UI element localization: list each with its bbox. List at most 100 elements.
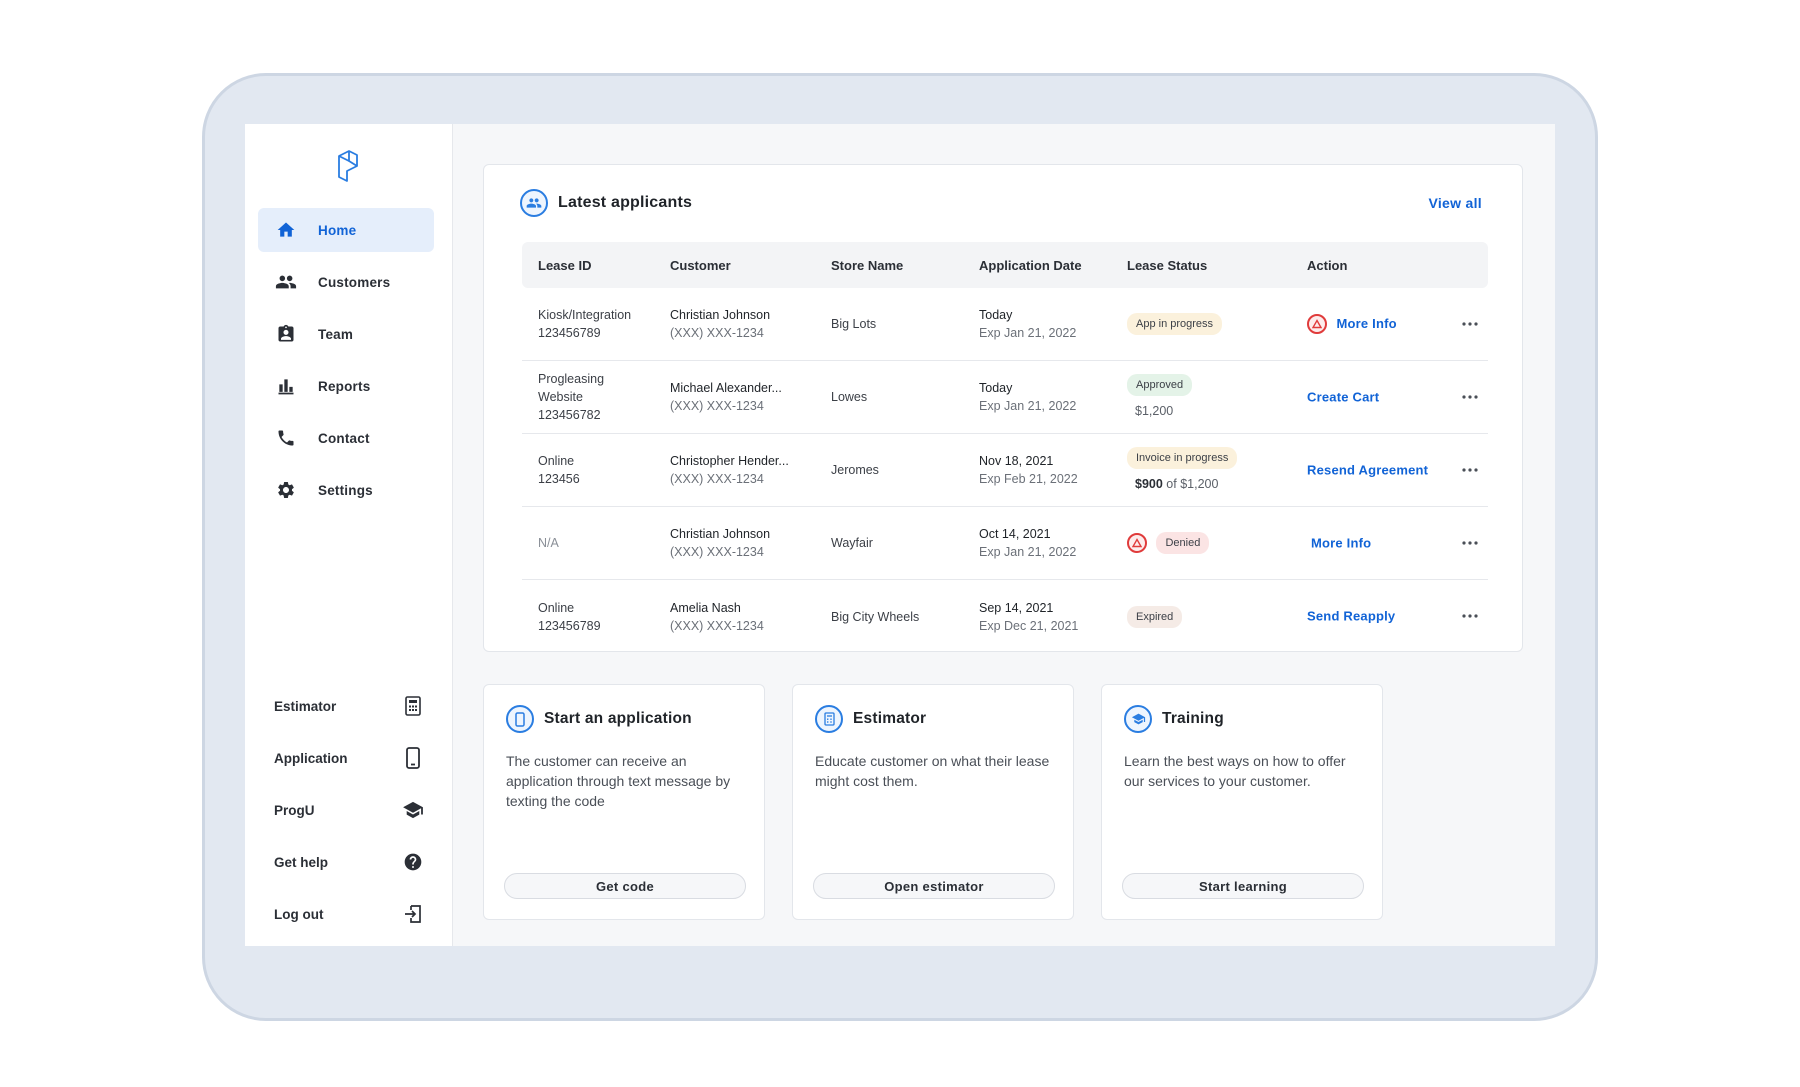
lease-id-line: N/A bbox=[538, 536, 559, 550]
store-cell: Lowes bbox=[831, 390, 868, 404]
training-card: Training Learn the best ways on how to o… bbox=[1101, 684, 1383, 920]
table-header: Lease ID Customer Store Name Application… bbox=[522, 242, 1488, 288]
application-date: Today bbox=[979, 381, 1013, 395]
more-options-icon[interactable] bbox=[1460, 533, 1480, 553]
main-nav: Home Customers Team Reports Contact Sett… bbox=[258, 208, 434, 520]
start-learning-button[interactable]: Start learning bbox=[1122, 873, 1364, 899]
more-options-icon[interactable] bbox=[1460, 606, 1480, 626]
customer-cell: Christopher Hender... (XXX) XXX-1234 bbox=[654, 452, 815, 488]
send-reapply-link[interactable]: Send Reapply bbox=[1307, 609, 1395, 624]
sidebar-item-team[interactable]: Team bbox=[258, 312, 434, 356]
badge-icon bbox=[274, 322, 298, 346]
create-cart-link[interactable]: Create Cart bbox=[1307, 389, 1379, 404]
customer-cell: Christian Johnson (XXX) XXX-1234 bbox=[654, 525, 815, 561]
expiry-date: Exp Dec 21, 2021 bbox=[979, 618, 1079, 633]
calculator-icon bbox=[815, 705, 843, 733]
sidebar: Home Customers Team Reports Contact Sett… bbox=[245, 124, 453, 946]
card-header: Latest applicants bbox=[520, 189, 692, 217]
sidebar-item-label: Log out bbox=[274, 906, 324, 922]
sidebar-item-label: Home bbox=[318, 222, 357, 238]
sidebar-item-label: Customers bbox=[318, 274, 391, 290]
date-cell: Sep 14, 2021 Exp Dec 21, 2021 bbox=[963, 599, 1111, 635]
people-icon bbox=[274, 270, 298, 294]
card-description: Educate customer on what their lease mig… bbox=[815, 753, 1050, 789]
table-row[interactable]: Progleasing Website 123456782 Michael Al… bbox=[522, 361, 1488, 434]
get-code-button[interactable]: Get code bbox=[504, 873, 746, 899]
status-cell: Approved $1,200 bbox=[1111, 374, 1291, 420]
open-estimator-button[interactable]: Open estimator bbox=[813, 873, 1055, 899]
mobile-icon bbox=[506, 705, 534, 733]
sidebar-item-reports[interactable]: Reports bbox=[258, 364, 434, 408]
column-header: Action bbox=[1307, 257, 1348, 273]
lease-id-line: 123456789 bbox=[538, 326, 601, 340]
table-row[interactable]: Kiosk/Integration 123456789 Christian Jo… bbox=[522, 288, 1488, 361]
sidebar-item-label: Application bbox=[274, 750, 348, 766]
resend-agreement-link[interactable]: Resend Agreement bbox=[1307, 462, 1428, 477]
alert-icon bbox=[1127, 532, 1147, 553]
table-row[interactable]: Online 123456789 Amelia Nash (XXX) XXX-1… bbox=[522, 580, 1488, 653]
amount-total: of $1,200 bbox=[1166, 477, 1219, 491]
date-cell: Today Exp Jan 21, 2022 bbox=[963, 379, 1111, 415]
card-description: Learn the best ways on how to offer our … bbox=[1124, 753, 1346, 789]
sidebar-item-settings[interactable]: Settings bbox=[258, 468, 434, 512]
action-cell: Create Cart bbox=[1291, 388, 1451, 407]
more-options-icon[interactable] bbox=[1460, 387, 1480, 407]
sidebar-item-label: ProgU bbox=[274, 802, 315, 818]
latest-applicants-card: Latest applicants View all Lease ID Cust… bbox=[483, 164, 1523, 652]
application-date: Sep 14, 2021 bbox=[979, 600, 1054, 615]
customer-phone: (XXX) XXX-1234 bbox=[670, 326, 764, 340]
column-header: Store Name bbox=[831, 257, 904, 273]
sidebar-item-label: Get help bbox=[274, 854, 329, 870]
more-options-icon[interactable] bbox=[1460, 460, 1480, 480]
more-options-icon[interactable] bbox=[1460, 314, 1480, 334]
store-cell: Wayfair bbox=[831, 536, 873, 550]
customer-name: Christian Johnson bbox=[670, 308, 771, 322]
more-info-link[interactable]: More Info bbox=[1311, 535, 1371, 550]
more-info-link[interactable]: More Info bbox=[1336, 316, 1396, 331]
lease-id-cell: Online 123456 bbox=[522, 452, 654, 488]
customer-name: Christian Johnson bbox=[670, 527, 771, 541]
sidebar-item-home[interactable]: Home bbox=[258, 208, 434, 252]
customer-phone: (XXX) XXX-1234 bbox=[670, 399, 764, 413]
store-cell: Big Lots bbox=[831, 317, 877, 331]
lease-id-cell: Online 123456789 bbox=[522, 599, 654, 635]
application-date: Nov 18, 2021 bbox=[979, 454, 1054, 468]
customer-phone: (XXX) XXX-1234 bbox=[670, 545, 764, 559]
sidebar-item-log-out[interactable]: Log out bbox=[274, 888, 424, 940]
sidebar-item-application[interactable]: Application bbox=[274, 732, 424, 784]
sidebar-item-contact[interactable]: Contact bbox=[258, 416, 434, 460]
table-row[interactable]: Online 123456 Christopher Hender... (XXX… bbox=[522, 434, 1488, 507]
column-header: Lease Status bbox=[1127, 257, 1208, 273]
lease-id-line: 123456789 bbox=[538, 618, 601, 633]
prog-logo[interactable] bbox=[333, 146, 363, 186]
customer-name: Michael Alexander... bbox=[670, 381, 782, 395]
application-date: Today bbox=[979, 308, 1013, 322]
date-cell: Oct 14, 2021 Exp Jan 21, 2022 bbox=[963, 525, 1111, 561]
sidebar-item-progu[interactable]: ProgU bbox=[274, 784, 424, 836]
view-all-link[interactable]: View all bbox=[1428, 195, 1482, 211]
amount-paid: $900 bbox=[1135, 477, 1163, 491]
sidebar-item-label: Reports bbox=[318, 378, 371, 394]
date-cell: Nov 18, 2021 Exp Feb 21, 2022 bbox=[963, 452, 1111, 488]
card-description: The customer can receive an application … bbox=[506, 753, 731, 809]
secondary-nav: Estimator Application ProgU Get help Log… bbox=[274, 680, 424, 940]
customer-name: Amelia Nash bbox=[670, 600, 741, 615]
sidebar-item-customers[interactable]: Customers bbox=[258, 260, 434, 304]
logout-icon bbox=[402, 903, 424, 925]
date-cell: Today Exp Jan 21, 2022 bbox=[963, 306, 1111, 342]
status-cell: Denied bbox=[1111, 532, 1291, 554]
action-cell: Resend Agreement bbox=[1291, 461, 1451, 480]
sidebar-item-get-help[interactable]: Get help bbox=[274, 836, 424, 888]
sidebar-item-estimator[interactable]: Estimator bbox=[274, 680, 424, 732]
status-badge: Approved bbox=[1127, 374, 1193, 396]
gear-icon bbox=[274, 478, 298, 502]
lease-id-line: Online bbox=[538, 600, 575, 615]
app-screen: Home Customers Team Reports Contact Sett… bbox=[245, 124, 1555, 946]
customer-cell: Christian Johnson (XXX) XXX-1234 bbox=[654, 306, 815, 342]
sidebar-item-label: Settings bbox=[318, 482, 373, 498]
lease-id-line: Kiosk/Integration bbox=[538, 308, 632, 322]
expiry-date: Exp Jan 21, 2022 bbox=[979, 545, 1077, 559]
customer-cell: Michael Alexander... (XXX) XXX-1234 bbox=[654, 379, 815, 415]
action-cell: Send Reapply bbox=[1291, 607, 1451, 626]
table-row[interactable]: N/A Christian Johnson (XXX) XXX-1234 Way… bbox=[522, 507, 1488, 580]
